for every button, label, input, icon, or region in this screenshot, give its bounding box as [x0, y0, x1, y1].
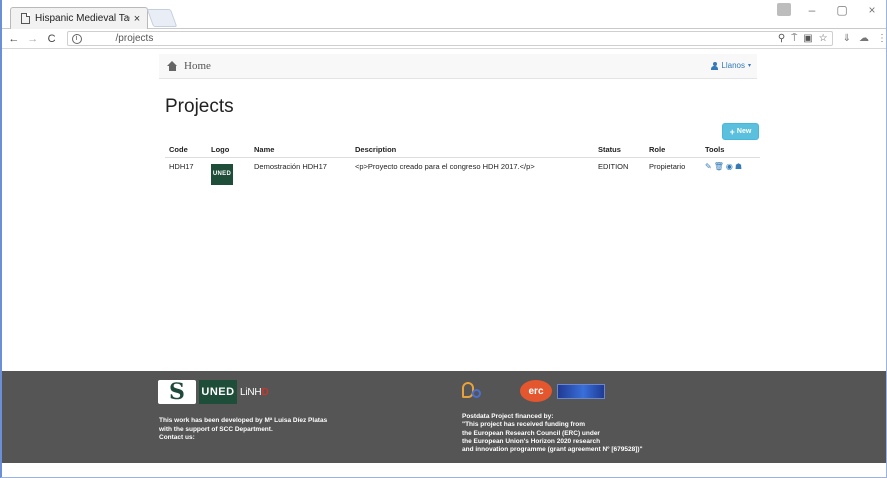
- col-role: Role: [645, 143, 701, 158]
- table-header-row: Code Logo Name Description Status Role T…: [165, 143, 760, 158]
- extensions: ⇓ ☁ ⋮: [843, 33, 886, 44]
- funding-line: Postdata Project financed by:: [462, 413, 554, 420]
- download-icon[interactable]: ⇓: [843, 33, 851, 44]
- top-navbar: Home Llanos ▾: [159, 54, 757, 79]
- scc-logo: S: [158, 379, 196, 405]
- cell-status: EDITION: [598, 161, 629, 171]
- cell-tools: ✎ 🗑 ◉ ☗: [701, 157, 760, 189]
- trash-icon[interactable]: 🗑: [714, 162, 724, 171]
- credits-line: with the support of SCC Department.: [159, 425, 273, 433]
- forward-icon[interactable]: →: [26, 33, 40, 45]
- footer: S UNED LiNH D erc This work has been deve…: [2, 371, 886, 463]
- col-description: Description: [351, 143, 594, 158]
- eu-flag-logo: [557, 383, 605, 399]
- home-icon: [167, 61, 178, 71]
- credits-text: This work has been developed by Mª Luisa…: [159, 417, 327, 443]
- window-controls: – ▢ ×: [797, 0, 886, 22]
- menu-icon[interactable]: ⋮: [877, 33, 886, 44]
- page-title: Projects: [165, 96, 234, 117]
- browser-toolbar: ← → C i /projects ⚲ ⍑ ▣ ☆ ⇓ ☁ ⋮: [2, 29, 886, 49]
- funding-line: "This project has received funding from: [462, 421, 585, 429]
- user-name: Llanos: [721, 61, 745, 70]
- funding-line: the European Research Council (ERC) unde…: [462, 429, 600, 437]
- pin-icon[interactable]: ⍑: [791, 32, 797, 45]
- address-bar[interactable]: i /projects ⚲ ⍑ ▣ ☆: [66, 31, 833, 46]
- plus-icon: +: [729, 126, 735, 137]
- profile-icon[interactable]: [777, 3, 791, 16]
- col-tools: Tools: [701, 143, 760, 158]
- funding-text: Postdata Project financed by: "This proj…: [462, 413, 643, 454]
- home-label: Home: [184, 60, 211, 72]
- credits-line: This work has been developed by Mª Luisa…: [159, 417, 328, 424]
- back-icon[interactable]: ←: [7, 33, 21, 45]
- new-tab-button[interactable]: [146, 9, 178, 27]
- projects-table: Code Logo Name Description Status Role T…: [165, 143, 760, 189]
- translate-icon[interactable]: ▣: [803, 32, 812, 45]
- close-window-button[interactable]: ×: [857, 0, 886, 22]
- col-code: Code: [165, 143, 207, 158]
- home-link[interactable]: Home: [167, 60, 211, 72]
- eye-icon[interactable]: ◉: [726, 162, 733, 171]
- page-content: Home Llanos ▾ Projects + New Code Logo N…: [2, 50, 886, 477]
- url-text[interactable]: /projects: [116, 33, 154, 44]
- edit-icon[interactable]: ✎: [705, 162, 712, 171]
- tab-title: Hispanic Medieval Tagge: [35, 13, 130, 24]
- browser-tab[interactable]: Hispanic Medieval Tagge ×: [10, 7, 148, 29]
- linhd-logo: LiNH D: [240, 386, 269, 398]
- uned-logo: UNED: [199, 380, 237, 404]
- new-project-button[interactable]: + New: [722, 123, 759, 140]
- cell-logo: UNED: [207, 157, 250, 189]
- star-icon[interactable]: ☆: [819, 32, 828, 45]
- postdata-logo: [460, 380, 515, 402]
- tab-close-icon[interactable]: ×: [130, 13, 144, 25]
- col-status: Status: [594, 143, 645, 158]
- user-icon: [711, 61, 719, 70]
- browser-window: Hispanic Medieval Tagge × – ▢ × ← → C i …: [0, 0, 887, 478]
- user-menu[interactable]: Llanos ▾: [711, 61, 751, 70]
- new-button-label: New: [736, 128, 752, 135]
- zoom-icon[interactable]: ⚲: [778, 32, 785, 45]
- col-logo: Logo: [207, 143, 250, 158]
- tab-strip: Hispanic Medieval Tagge × – ▢ ×: [2, 0, 886, 29]
- page-icon: [21, 13, 30, 24]
- cell-description: <p>Proyecto creado para el congreso HDH …: [355, 161, 535, 171]
- table-row[interactable]: HDH17 UNED Demostración HDH17 <p>Proyect…: [165, 157, 760, 189]
- funder-logos: erc: [460, 379, 605, 403]
- info-icon[interactable]: i: [71, 33, 82, 44]
- cell-code: HDH17: [169, 161, 194, 171]
- minimize-button[interactable]: –: [797, 0, 827, 22]
- erc-logo: erc: [520, 380, 552, 402]
- funding-line: and innovation programme (grant agreemen…: [462, 446, 643, 454]
- cloud-icon[interactable]: ☁: [859, 33, 869, 44]
- users-icon[interactable]: ☗: [735, 162, 742, 171]
- cell-role: Propietario: [649, 161, 686, 171]
- maximize-button[interactable]: ▢: [827, 0, 857, 22]
- project-logo: UNED: [211, 163, 233, 185]
- partner-logos: S UNED LiNH D: [158, 379, 280, 405]
- col-name: Name: [250, 143, 351, 158]
- contact-link[interactable]: Contact us:: [159, 434, 327, 443]
- reload-icon[interactable]: C: [45, 33, 59, 45]
- funding-line: the European Union's Horizon 2020 resear…: [462, 437, 601, 445]
- caret-down-icon: ▾: [747, 63, 751, 69]
- cell-name[interactable]: Demostración HDH17: [250, 157, 351, 189]
